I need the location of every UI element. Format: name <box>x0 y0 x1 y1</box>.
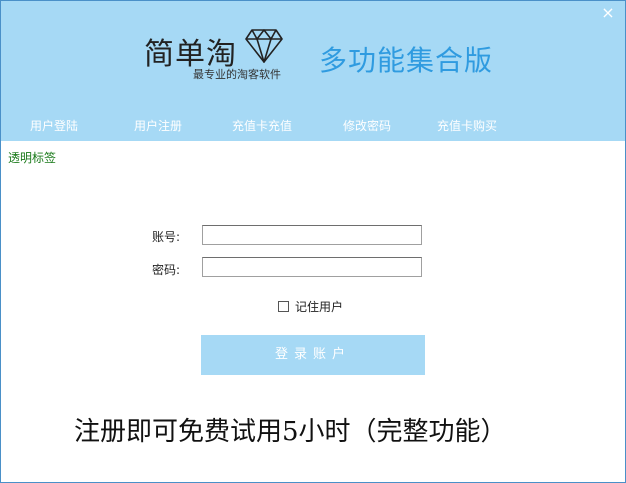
header-banner: × 简单淘 最专业的淘客软件 多功能集合版 用户登陆 用户注册 充值卡充值 修改… <box>1 1 625 141</box>
nav-item-change-password[interactable]: 修改密码 <box>343 114 391 138</box>
promo-text: 注册即可免费试用5小时（完整功能） <box>74 417 507 447</box>
nav-item-card-recharge[interactable]: 充值卡充值 <box>232 114 292 138</box>
account-input[interactable] <box>202 225 422 245</box>
nav-item-register[interactable]: 用户注册 <box>134 114 182 138</box>
remember-checkbox[interactable] <box>278 301 289 312</box>
account-label: 账号: <box>152 230 181 244</box>
remember-label: 记住用户 <box>295 300 344 314</box>
password-input[interactable] <box>202 257 422 277</box>
nav-bar: 用户登陆 用户注册 充值卡充值 修改密码 充值卡购买 <box>1 114 625 138</box>
login-button[interactable]: 登录账户 <box>201 335 425 375</box>
nav-item-buy-card[interactable]: 充值卡购买 <box>437 114 497 138</box>
remember-user-option[interactable]: 记住用户 <box>278 298 343 315</box>
app-window: × 简单淘 最专业的淘客软件 多功能集合版 用户登陆 用户注册 充值卡充值 修改… <box>0 0 626 483</box>
logo-subtitle: 最专业的淘客软件 <box>193 68 281 81</box>
transparent-tag-label: 透明标签 <box>8 151 57 165</box>
edition-title: 多功能集合版 <box>319 44 494 77</box>
password-label: 密码: <box>152 263 181 277</box>
diamond-icon <box>245 29 283 63</box>
close-icon[interactable]: × <box>599 4 617 22</box>
nav-item-login[interactable]: 用户登陆 <box>30 114 78 138</box>
